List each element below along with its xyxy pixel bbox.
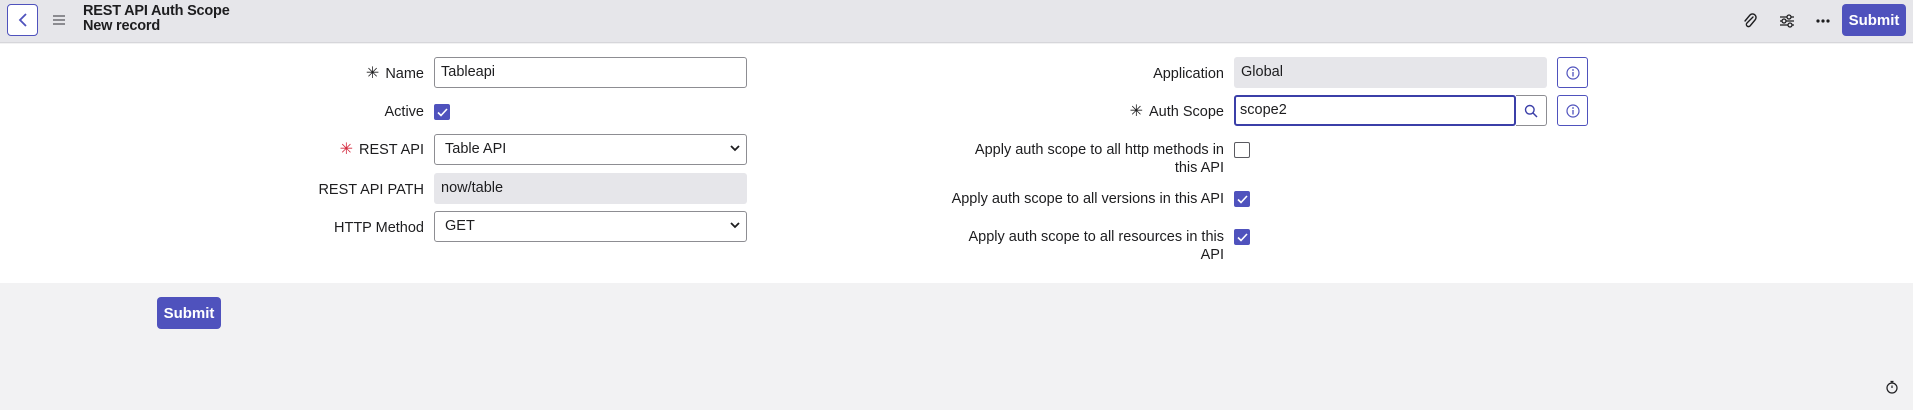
attachment-button[interactable]: [1739, 10, 1761, 32]
menu-icon: [53, 15, 65, 25]
search-icon: [1524, 104, 1538, 118]
settings-sliders-icon: [1780, 14, 1794, 28]
paperclip-icon: [1744, 13, 1757, 28]
auth-scope-field[interactable]: scope2: [1234, 95, 1516, 126]
application-field: Global: [1234, 57, 1547, 88]
checkmark-icon: [1236, 232, 1248, 242]
http-method-selected-value: GET: [445, 218, 475, 234]
name-field[interactable]: Tableapi: [434, 57, 747, 88]
required-asterisk-icon: ✳: [1129, 103, 1144, 120]
required-asterisk-icon: ✳: [365, 65, 380, 82]
active-label: Active: [384, 104, 425, 120]
auth-scope-lookup-button[interactable]: [1516, 95, 1547, 126]
stopwatch-icon[interactable]: [1885, 380, 1899, 394]
apply-resources-label: Apply auth scope to all resources in thi…: [968, 229, 1225, 263]
http-method-select[interactable]: GET: [434, 211, 747, 242]
form-header: REST API Auth Scope New record Submit: [0, 0, 1913, 43]
submit-button-footer[interactable]: Submit: [157, 297, 221, 329]
rest-api-selected-value: Table API: [445, 141, 507, 157]
more-options-button[interactable]: [1812, 10, 1834, 32]
auth-scope-label: ✳ Auth Scope: [1129, 103, 1224, 120]
settings-button[interactable]: [1776, 10, 1798, 32]
application-label: Application: [1153, 66, 1224, 82]
page-title: REST API Auth Scope New record: [83, 4, 230, 34]
record-subtitle: New record: [83, 18, 160, 34]
info-icon: [1565, 65, 1580, 80]
checkmark-icon: [436, 107, 448, 117]
more-icon: [1816, 19, 1830, 23]
submit-button-header[interactable]: Submit: [1842, 4, 1906, 36]
chevron-down-icon: [730, 222, 740, 229]
back-icon: [18, 13, 27, 27]
apply-resources-checkbox[interactable]: [1234, 229, 1250, 245]
name-label: ✳ Name: [365, 65, 424, 82]
active-checkbox[interactable]: [434, 104, 450, 120]
menu-button[interactable]: [50, 11, 68, 29]
required-asterisk-icon: ✳: [339, 141, 353, 158]
record-type-title: REST API Auth Scope: [83, 3, 230, 19]
rest-api-path-field: now/table: [434, 173, 747, 204]
checkmark-icon: [1236, 194, 1248, 204]
form-body: ✳ Name Tableapi Active ✳ REST API Table AP…: [0, 44, 1913, 283]
apply-http-methods-checkbox[interactable]: [1234, 142, 1250, 158]
rest-api-path-label: REST API PATH: [318, 182, 424, 198]
apply-http-methods-label: Apply auth scope to all http methods in …: [974, 142, 1224, 176]
http-method-label: HTTP Method: [334, 220, 424, 236]
application-info-button[interactable]: [1557, 57, 1588, 88]
apply-versions-label: Apply auth scope to all versions in this…: [951, 191, 1224, 207]
back-button[interactable]: [7, 4, 38, 36]
chevron-down-icon: [730, 145, 740, 152]
apply-versions-checkbox[interactable]: [1234, 191, 1250, 207]
info-icon: [1565, 103, 1580, 118]
rest-api-select[interactable]: Table API: [434, 134, 747, 165]
rest-api-label: ✳ REST API: [339, 141, 424, 158]
auth-scope-info-button[interactable]: [1557, 95, 1588, 126]
